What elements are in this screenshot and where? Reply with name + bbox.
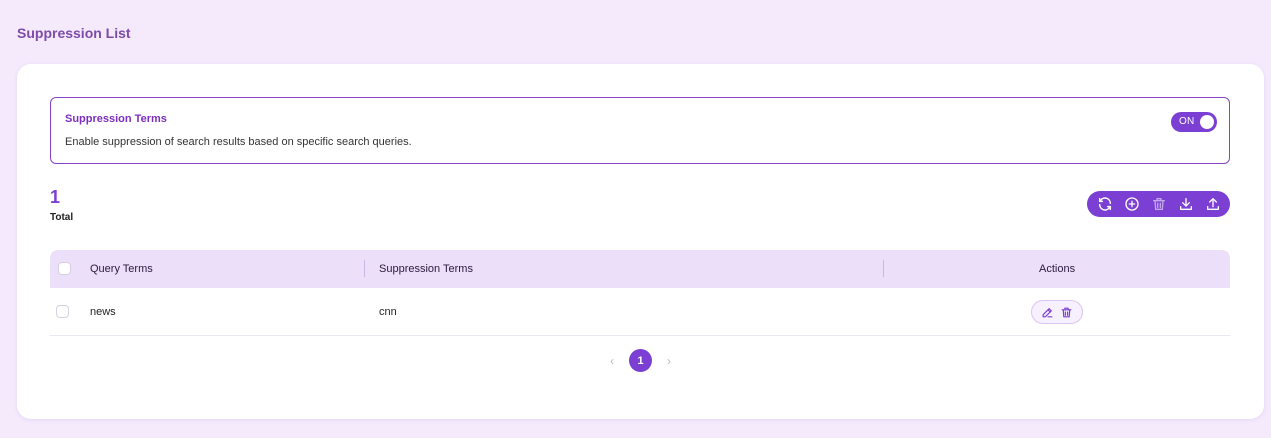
column-divider <box>883 260 884 277</box>
download-icon[interactable] <box>1177 196 1194 213</box>
delete-icon[interactable] <box>1150 196 1167 213</box>
pagination: ‹ 1 › <box>607 349 674 372</box>
toggle-knob <box>1200 115 1214 129</box>
next-page-button[interactable]: › <box>664 354 674 368</box>
suppression-term-cell: cnn <box>379 306 397 318</box>
row-checkbox[interactable] <box>56 305 69 318</box>
query-term-cell: news <box>90 306 116 318</box>
column-header-actions: Actions <box>1039 263 1076 275</box>
column-header-suppression-terms: Suppression Terms <box>379 263 473 275</box>
prev-page-button[interactable]: ‹ <box>607 354 617 368</box>
table-row: news cnn <box>50 288 1230 336</box>
toggle-label: ON <box>1179 116 1195 127</box>
delete-row-icon[interactable] <box>1060 306 1073 319</box>
add-circle-icon[interactable] <box>1123 196 1140 213</box>
suppression-card: Suppression Terms Enable suppression of … <box>17 64 1264 419</box>
table-toolbar <box>1087 191 1230 217</box>
suppression-toggle[interactable]: ON <box>1171 112 1217 132</box>
setting-description: Enable suppression of search results bas… <box>65 136 412 148</box>
refresh-icon[interactable] <box>1096 196 1113 213</box>
suppression-table: Query Terms Suppression Terms Actions ne… <box>50 250 1230 336</box>
row-actions <box>1031 300 1083 324</box>
column-header-query-terms: Query Terms <box>90 263 153 275</box>
suppression-setting-panel: Suppression Terms Enable suppression of … <box>50 97 1230 164</box>
setting-title: Suppression Terms <box>65 113 167 125</box>
edit-icon[interactable] <box>1041 306 1054 319</box>
total-label: Total <box>50 212 74 223</box>
total-count: 1 <box>50 187 61 207</box>
upload-icon[interactable] <box>1204 196 1221 213</box>
page-number-button[interactable]: 1 <box>629 349 652 372</box>
page-title: Suppression List <box>17 25 131 41</box>
select-all-checkbox[interactable] <box>58 262 71 275</box>
column-divider <box>364 260 365 277</box>
table-header: Query Terms Suppression Terms Actions <box>50 250 1230 288</box>
